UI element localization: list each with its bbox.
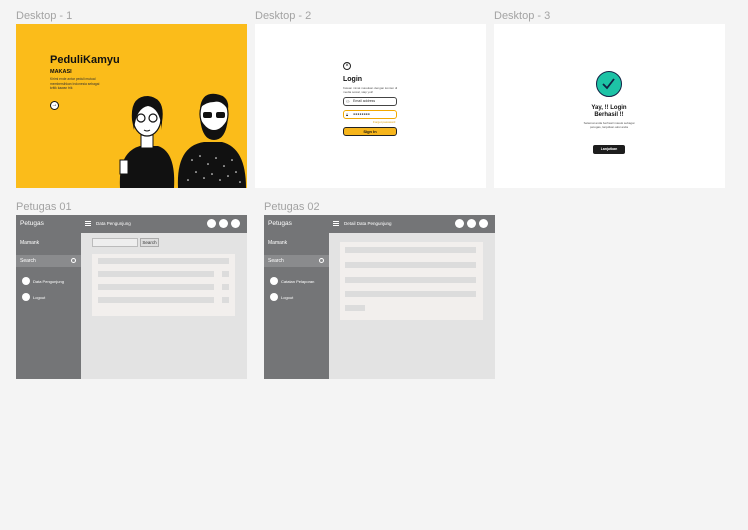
close-icon[interactable]: × — [343, 62, 351, 70]
frame-label-petugas-02[interactable]: Petugas 02 — [264, 201, 320, 213]
detail-row — [345, 247, 476, 253]
email-field[interactable]: ⚇ Email address — [343, 97, 397, 106]
header-avatar-3[interactable] — [479, 219, 488, 228]
menu-icon[interactable] — [333, 221, 339, 226]
sidebar-search-label: Search — [20, 258, 36, 264]
sidebar-search-label: Search — [268, 258, 284, 264]
search-button[interactable]: Search — [140, 238, 159, 247]
sidebar-item-catatan-pelaporan[interactable]: Catatan Pelaporan — [270, 277, 314, 285]
user-name: Mamank — [20, 240, 40, 246]
success-title: Yay, !! Login Berhasil !! — [591, 105, 627, 118]
app-title: Petugas — [268, 220, 292, 227]
table-header-row — [98, 258, 229, 264]
nav-dot-icon — [270, 277, 278, 285]
sidebar-item-logout[interactable]: Logout — [22, 293, 45, 301]
next-arrow-button[interactable]: → — [50, 101, 59, 110]
login-description: Kawan minat masukan dengan konten di med… — [343, 86, 398, 94]
breadcrumb: Data Pengunjung — [96, 221, 131, 226]
frame-desktop-1[interactable]: PeduliKamyu MAKASI Kirimi ende antar ped… — [16, 24, 247, 188]
frame-label-petugas-01[interactable]: Petugas 01 — [16, 201, 72, 213]
row-action[interactable] — [222, 271, 229, 277]
login-title: Login — [343, 76, 363, 83]
frame-label-desktop-3[interactable]: Desktop - 3 — [494, 10, 550, 22]
table-row[interactable] — [98, 271, 214, 277]
frame-desktop-2[interactable]: × Login Kawan minat masukan dengan konte… — [255, 24, 486, 188]
header-avatar-1[interactable] — [455, 219, 464, 228]
sidebar-item-label: Logout — [33, 294, 46, 300]
detail-row — [345, 277, 476, 283]
row-action[interactable] — [222, 297, 229, 303]
email-placeholder: Email address — [353, 99, 376, 103]
detail-row — [345, 262, 476, 268]
password-value: ●●●●●●●● — [353, 112, 370, 116]
user-icon: ⚇ — [346, 99, 350, 104]
nav-dot-icon — [22, 293, 30, 301]
brand-title: PeduliKamyu — [50, 54, 120, 66]
success-description: Selamat anda berhasil masuk sebagai petu… — [583, 121, 635, 129]
detail-card — [340, 242, 483, 320]
nav-dot-icon — [270, 293, 278, 301]
header-avatar-2[interactable] — [219, 219, 228, 228]
frame-petugas-01[interactable]: Petugas Mamank Search Data Pengunjung Lo… — [16, 215, 247, 379]
header-avatar-2[interactable] — [467, 219, 476, 228]
frame-petugas-02[interactable]: Petugas Mamank Search Catatan Pelaporan … — [264, 215, 495, 379]
success-check-icon — [596, 71, 622, 97]
search-icon[interactable] — [319, 258, 324, 263]
brand-subtitle: MAKASI — [50, 69, 72, 75]
sidebar-item-logout[interactable]: Logout — [270, 293, 293, 301]
frame-desktop-3[interactable]: Yay, !! Login Berhasil !! Selamat anda b… — [494, 24, 725, 188]
user-name: Mamank — [268, 240, 288, 246]
sidebar-item-data-pengunjung[interactable]: Data Pengunjung — [22, 277, 64, 285]
hero-description: Kirimi ende antar peduli mutual membersi… — [50, 77, 100, 90]
app-title: Petugas — [20, 220, 44, 227]
password-field[interactable]: 🔒︎ ●●●●●●●● — [343, 110, 397, 119]
header-avatar-3[interactable] — [231, 219, 240, 228]
data-table-card — [92, 254, 235, 316]
continue-button[interactable]: Lanjutkan — [593, 145, 625, 154]
frame-label-desktop-2[interactable]: Desktop - 2 — [255, 10, 311, 22]
detail-row-short — [345, 305, 365, 311]
menu-icon[interactable] — [85, 221, 91, 226]
sidebar-item-label: Catatan Pelaporan — [281, 278, 315, 284]
breadcrumb: Detail Data Pengunjung — [344, 221, 392, 226]
sign-in-button[interactable]: Sign In — [343, 127, 397, 136]
row-action[interactable] — [222, 284, 229, 290]
forgot-password-link[interactable]: Forgot password — [373, 120, 395, 124]
search-input[interactable] — [92, 238, 138, 247]
sidebar-item-label: Logout — [281, 294, 294, 300]
header-avatar-1[interactable] — [207, 219, 216, 228]
detail-row — [345, 291, 476, 297]
frame-label-desktop-1[interactable]: Desktop - 1 — [16, 10, 72, 22]
sidebar-search[interactable]: Search — [16, 255, 81, 267]
nav-dot-icon — [22, 277, 30, 285]
table-row[interactable] — [98, 297, 214, 303]
sidebar-search[interactable]: Search — [264, 255, 329, 267]
table-row[interactable] — [98, 284, 214, 290]
lock-icon: 🔒︎ — [346, 112, 349, 117]
illustration-people — [119, 93, 246, 188]
sidebar-item-label: Data Pengunjung — [33, 278, 64, 284]
search-icon[interactable] — [71, 258, 76, 263]
